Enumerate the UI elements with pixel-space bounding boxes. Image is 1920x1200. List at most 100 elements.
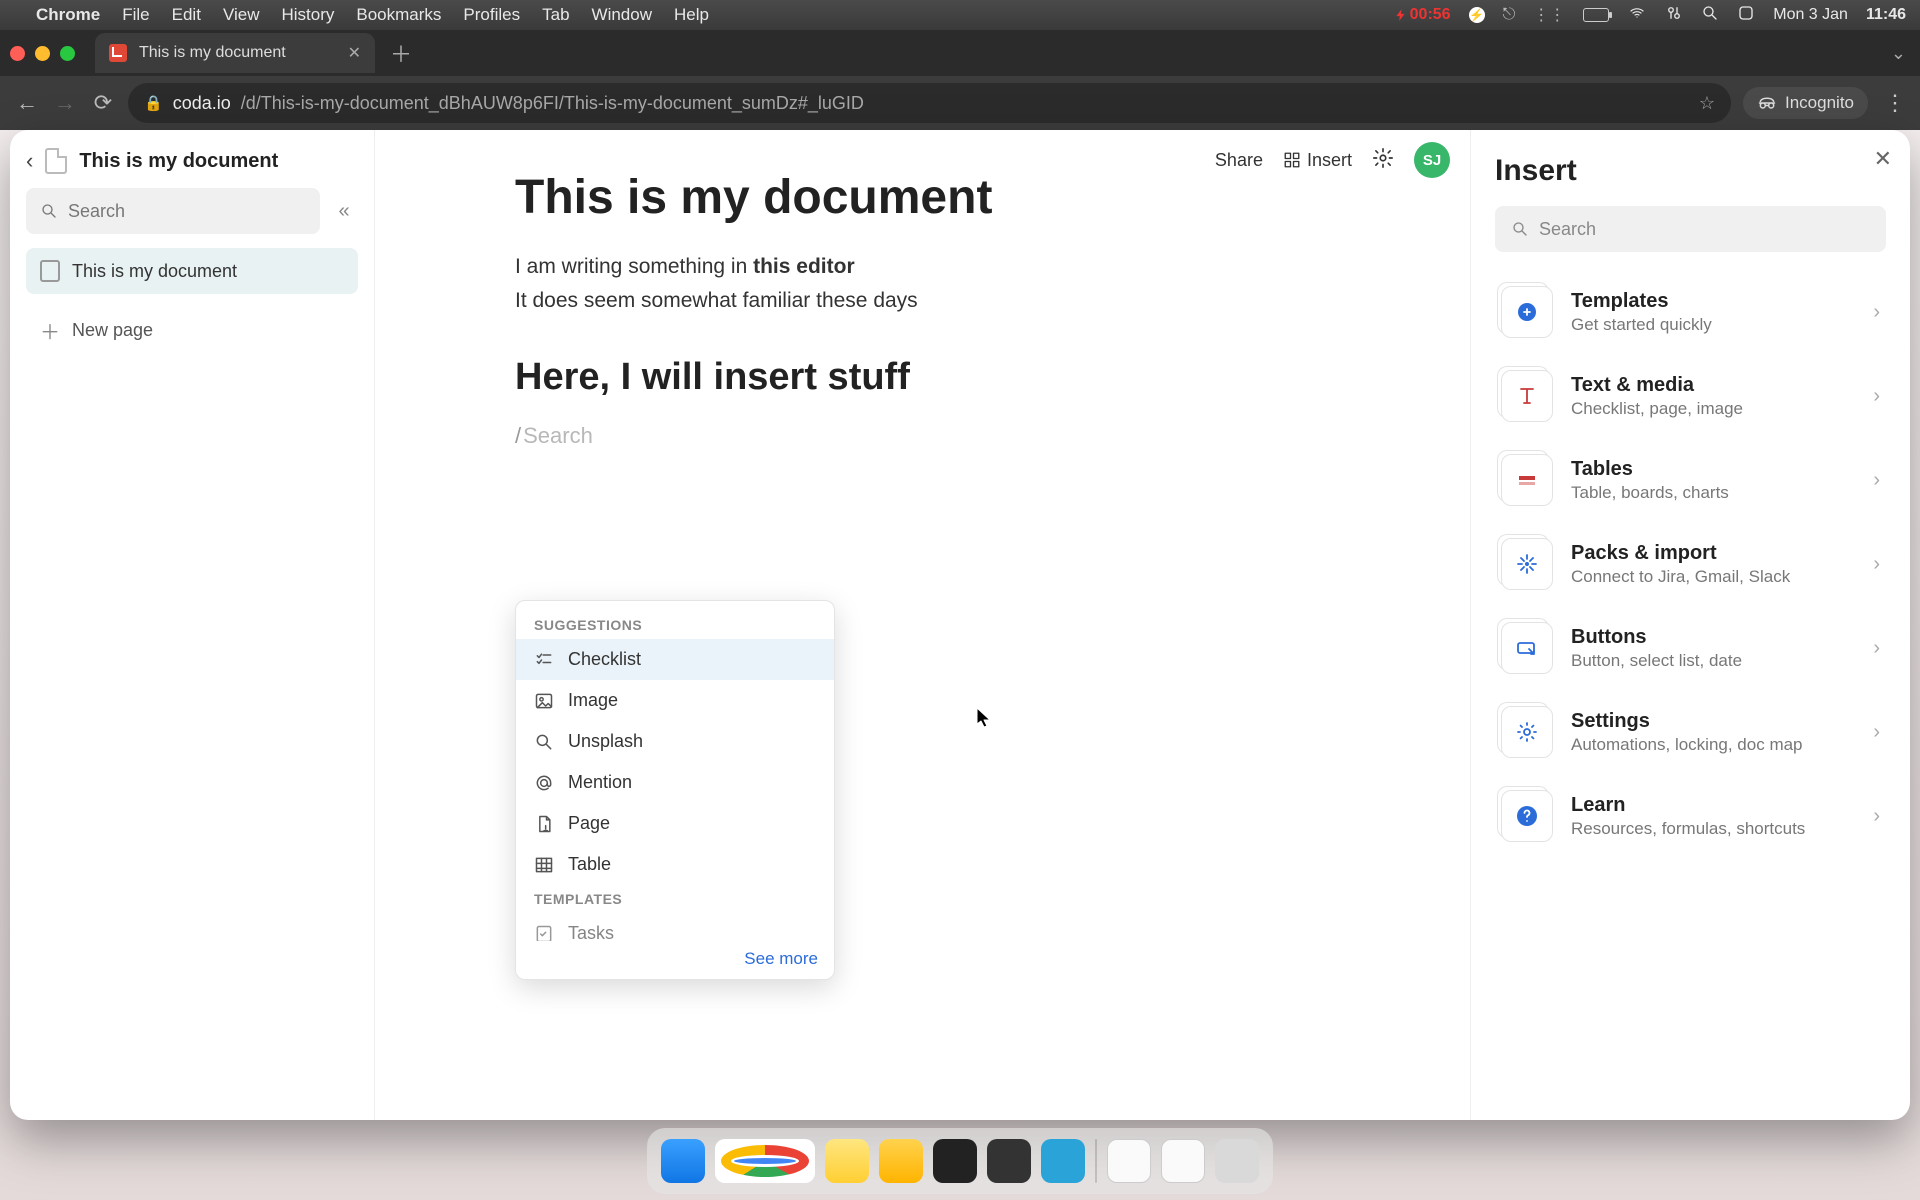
popover-item-mention[interactable]: Mention <box>516 762 834 803</box>
dock-app-4[interactable] <box>879 1139 923 1183</box>
url-host: coda.io <box>173 93 231 114</box>
window-zoom-button[interactable] <box>60 46 75 61</box>
panel-cat-templates[interactable]: TemplatesGet started quickly › <box>1495 270 1886 354</box>
browser-tab[interactable]: This is my document ✕ <box>95 33 375 73</box>
new-page-button[interactable]: ＋ New page <box>26 308 358 353</box>
dock-app-9[interactable] <box>1161 1139 1205 1183</box>
doc-settings-button[interactable] <box>1372 147 1394 174</box>
sidebar-page-item[interactable]: This is my document <box>26 248 358 294</box>
page-icon <box>40 260 60 282</box>
slash-placeholder: Search <box>523 423 593 449</box>
panel-cat-learn[interactable]: LearnResources, formulas, shortcuts › <box>1495 774 1886 858</box>
incognito-badge[interactable]: Incognito <box>1743 87 1868 119</box>
popover-item-table[interactable]: Table <box>516 844 834 885</box>
cat-sub: Resources, formulas, shortcuts <box>1571 819 1805 839</box>
tabs-dropdown-button[interactable]: ⌄ <box>1891 43 1906 64</box>
sidebar-collapse-button[interactable]: « <box>330 197 358 225</box>
window-close-button[interactable] <box>10 46 25 61</box>
incognito-label: Incognito <box>1785 93 1854 113</box>
panel-search-input[interactable]: Search <box>1495 206 1886 252</box>
battery-charging-icon[interactable]: 00:56 <box>1394 6 1451 24</box>
wifi-icon[interactable] <box>1627 5 1647 26</box>
doc-h1[interactable]: This is my document <box>515 170 1415 225</box>
insert-button[interactable]: Insert <box>1283 150 1352 171</box>
mac-menu-window[interactable]: Window <box>592 5 652 25</box>
tab-close-button[interactable]: ✕ <box>348 43 361 63</box>
status-icon-3[interactable]: ⋮⋮ <box>1533 5 1565 25</box>
table-icon <box>534 855 554 875</box>
user-avatar[interactable]: SJ <box>1414 142 1450 178</box>
lock-icon[interactable]: 🔒 <box>144 94 163 112</box>
panel-cat-packs[interactable]: Packs & importConnect to Jira, Gmail, Sl… <box>1495 522 1886 606</box>
cat-sub: Connect to Jira, Gmail, Slack <box>1571 567 1790 587</box>
document-body[interactable]: This is my document I am writing somethi… <box>515 170 1415 449</box>
new-tab-button[interactable]: ＋ <box>385 37 417 69</box>
slash-command-input[interactable]: / Search <box>515 423 1415 449</box>
popover-item-page[interactable]: Page <box>516 803 834 844</box>
popover-item-image[interactable]: Image <box>516 680 834 721</box>
status-icon-1[interactable]: ⚡ <box>1469 7 1485 23</box>
share-button[interactable]: Share <box>1215 150 1263 171</box>
bookmark-star-button[interactable]: ☆ <box>1699 93 1715 114</box>
control-center-icon[interactable] <box>1665 4 1683 27</box>
nav-reload-button[interactable]: ⟳ <box>90 90 116 116</box>
settings-icon <box>1501 706 1553 758</box>
doc-line-1a: I am writing something in <box>515 255 753 278</box>
mac-menu-bookmarks[interactable]: Bookmarks <box>356 5 441 25</box>
siri-icon[interactable] <box>1737 4 1755 27</box>
dock-app-6[interactable] <box>987 1139 1031 1183</box>
dock-textedit[interactable] <box>1107 1139 1151 1183</box>
mac-menu-file[interactable]: File <box>122 5 149 25</box>
spotlight-icon[interactable] <box>1701 4 1719 27</box>
panel-close-button[interactable]: ✕ <box>1874 146 1892 172</box>
learn-icon <box>1501 790 1553 842</box>
mouse-cursor <box>975 706 995 735</box>
doc-line-2[interactable]: It does seem somewhat familiar these day… <box>515 285 1415 317</box>
panel-cat-buttons[interactable]: ButtonsButton, select list, date › <box>1495 606 1886 690</box>
popover-item-checklist[interactable]: Checklist <box>516 639 834 680</box>
window-minimize-button[interactable] <box>35 46 50 61</box>
url-path: /d/This-is-my-document_dBhAUW8p6FI/This-… <box>241 93 864 114</box>
doc-sidebar: ‹ This is my document Search « This is m… <box>10 130 375 1120</box>
mac-menu-help[interactable]: Help <box>674 5 709 25</box>
sidebar-search-input[interactable]: Search <box>26 188 320 234</box>
panel-cat-settings[interactable]: SettingsAutomations, locking, doc map › <box>1495 690 1886 774</box>
dock-terminal[interactable] <box>933 1139 977 1183</box>
menu-time[interactable]: 11:46 <box>1866 6 1906 24</box>
mac-menu-edit[interactable]: Edit <box>172 5 201 25</box>
mac-menu-view[interactable]: View <box>223 5 260 25</box>
address-bar-row: ← → ⟳ 🔒 coda.io/d/This-is-my-document_dB… <box>0 76 1920 130</box>
chevron-right-icon: › <box>1873 301 1880 324</box>
panel-cat-tables[interactable]: TablesTable, boards, charts › <box>1495 438 1886 522</box>
popover-item-unsplash[interactable]: Unsplash <box>516 721 834 762</box>
chrome-menu-button[interactable]: ⋮ <box>1884 90 1906 116</box>
address-bar[interactable]: 🔒 coda.io/d/This-is-my-document_dBhAUW8p… <box>128 83 1731 123</box>
nav-back-button[interactable]: ← <box>14 90 40 116</box>
dock-chrome[interactable] <box>715 1139 815 1183</box>
popover-see-more-link[interactable]: See more <box>516 941 834 973</box>
mac-menu-tab[interactable]: Tab <box>542 5 569 25</box>
dock-app-7[interactable] <box>1041 1139 1085 1183</box>
menu-date[interactable]: Mon 3 Jan <box>1773 6 1848 24</box>
doc-breadcrumb[interactable]: ‹ This is my document <box>26 148 358 174</box>
back-chevron-icon[interactable]: ‹ <box>26 148 33 174</box>
popover-item-tasks[interactable]: Tasks <box>516 913 834 941</box>
dock-trash[interactable] <box>1215 1139 1259 1183</box>
search-icon <box>1511 220 1529 238</box>
doc-line-1[interactable]: I am writing something in this editor <box>515 251 1415 283</box>
mac-app-name[interactable]: Chrome <box>36 5 100 25</box>
popover-item-label: Image <box>568 690 618 711</box>
mac-menu-history[interactable]: History <box>281 5 334 25</box>
chevron-right-icon: › <box>1873 469 1880 492</box>
panel-cat-text[interactable]: Text & mediaChecklist, page, image › <box>1495 354 1886 438</box>
mac-menu-profiles[interactable]: Profiles <box>463 5 520 25</box>
dock-separator <box>1095 1139 1097 1183</box>
battery-icon[interactable] <box>1583 8 1609 22</box>
status-icon-2[interactable]: ⎋ <box>1503 6 1516 24</box>
nav-forward-button[interactable]: → <box>52 90 78 116</box>
buttons-icon <box>1501 622 1553 674</box>
dock-finder[interactable] <box>661 1139 705 1183</box>
dock-notes[interactable] <box>825 1139 869 1183</box>
chevron-right-icon: › <box>1873 553 1880 576</box>
doc-h2[interactable]: Here, I will insert stuff <box>515 356 1415 399</box>
